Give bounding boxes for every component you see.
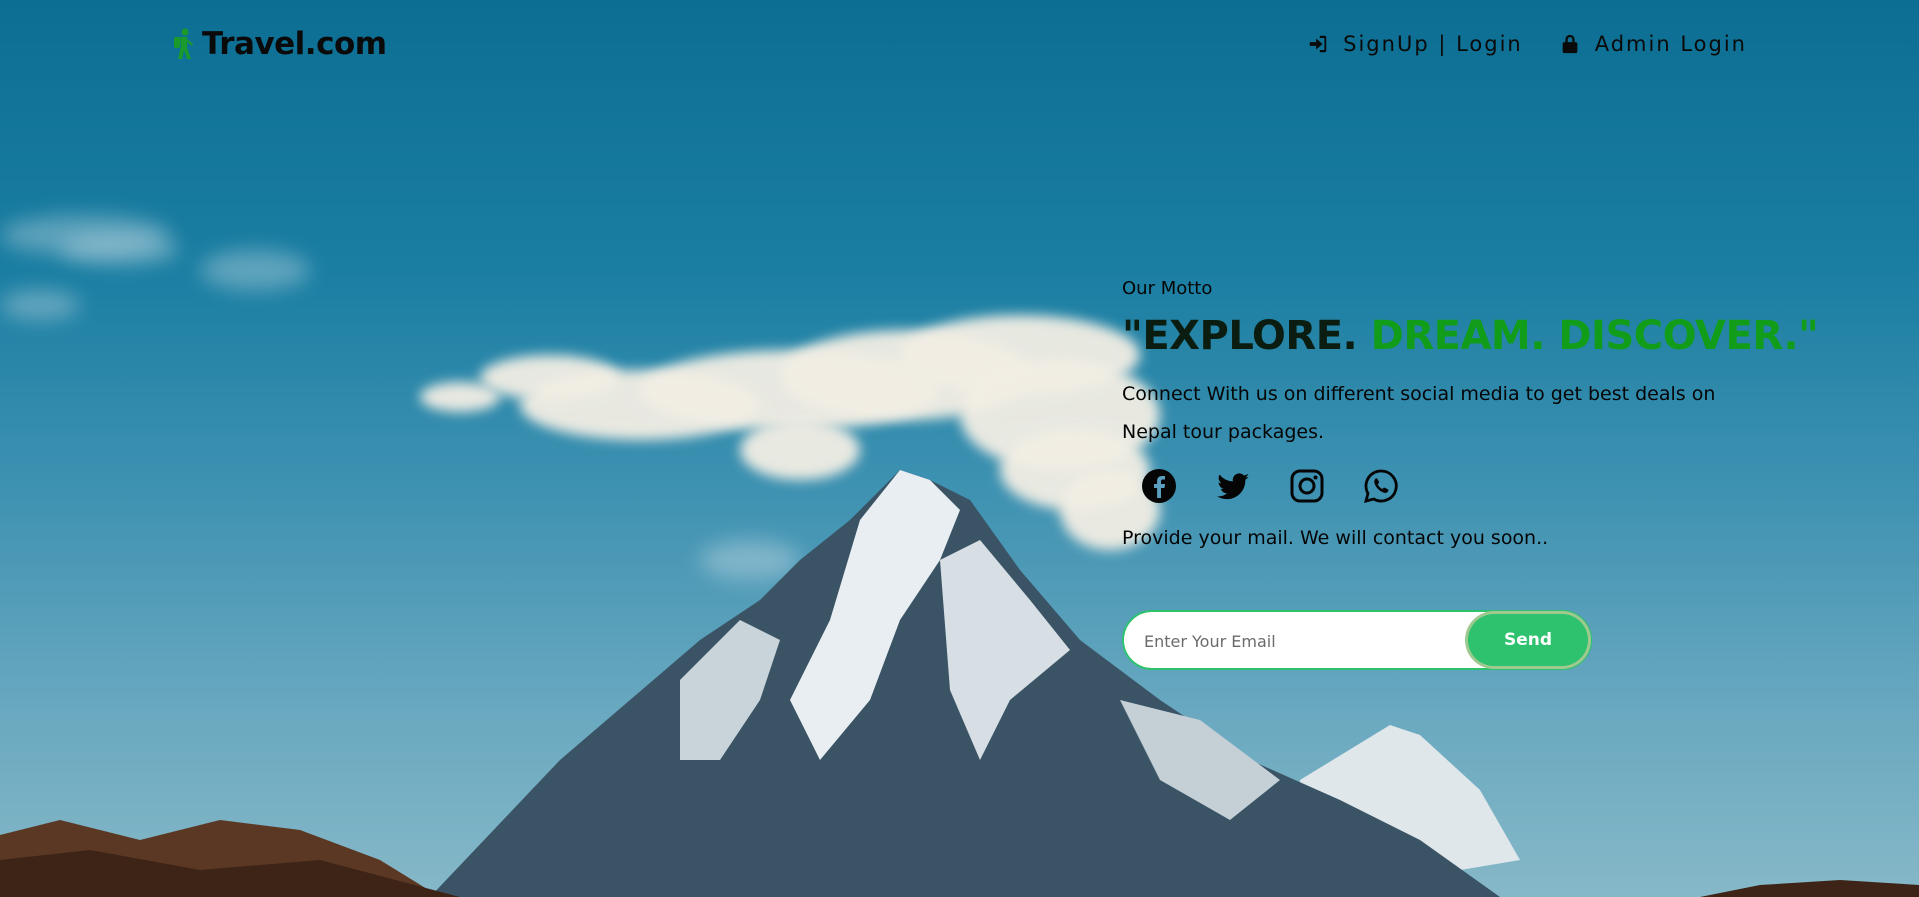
- hero-section: Our Motto "EXPLORE. DREAM. DISCOVER." Co…: [1122, 278, 1819, 549]
- email-form: Send: [1122, 610, 1592, 670]
- email-input[interactable]: [1142, 625, 1466, 657]
- facebook-icon[interactable]: [1136, 463, 1182, 509]
- lock-icon: [1562, 34, 1578, 54]
- social-links: [1136, 463, 1742, 509]
- headline: "EXPLORE. DREAM. DISCOVER.": [1122, 313, 1819, 359]
- signup-login-label: SignUp | Login: [1343, 32, 1523, 56]
- hiker-icon: [172, 28, 196, 60]
- instagram-icon[interactable]: [1284, 463, 1330, 509]
- headline-explore: "EXPLORE.: [1122, 313, 1371, 359]
- whatsapp-icon[interactable]: [1358, 463, 1404, 509]
- logo-text: Travel.com: [202, 26, 387, 62]
- send-button[interactable]: Send: [1468, 614, 1588, 666]
- motto-label: Our Motto: [1122, 278, 1213, 299]
- provide-mail-text: Provide your mail. We will contact you s…: [1122, 527, 1549, 549]
- admin-login-label: Admin Login: [1594, 32, 1747, 56]
- headline-dream-discover: DREAM. DISCOVER.": [1370, 313, 1819, 359]
- twitter-icon[interactable]: [1210, 463, 1256, 509]
- connect-text: Connect With us on different social medi…: [1122, 383, 1716, 443]
- signup-login-link[interactable]: SignUp | Login: [1307, 32, 1523, 56]
- site-logo[interactable]: Travel.com: [172, 26, 387, 62]
- sign-in-icon: [1309, 35, 1327, 53]
- admin-login-link[interactable]: Admin Login: [1559, 32, 1747, 56]
- top-nav: SignUp | Login Admin Login: [1307, 32, 1747, 56]
